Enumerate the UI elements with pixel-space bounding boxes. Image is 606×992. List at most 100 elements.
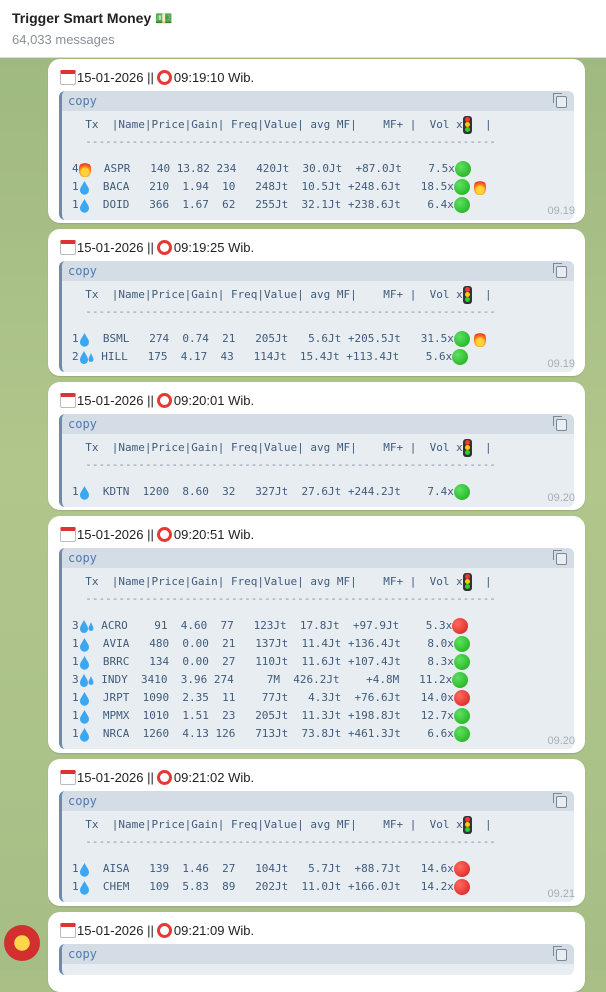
code-block-header: copy (62, 548, 574, 568)
droplet-icon (79, 862, 90, 877)
row-values: MPMX 1010 1.51 23 205Jt 11.3Jt +198.8Jt … (89, 709, 454, 722)
code-language-label: copy (68, 551, 97, 565)
message-bubble[interactable]: 15-01-2026 || 09:20:01 Wib. copy Tx |Name… (48, 382, 585, 510)
traffic-light-icon (462, 573, 472, 591)
calendar-icon (60, 526, 76, 542)
alarm-clock-icon (156, 239, 172, 255)
message-bubble[interactable]: 15-01-2026 || 09:20:51 Wib. copy Tx |Name… (48, 516, 585, 753)
green-circle-icon (453, 331, 470, 347)
alarm-clock-icon (156, 922, 172, 938)
message-bubble[interactable]: 15-01-2026 || 09:21:09 Wib. copy (48, 912, 585, 992)
message-time: 09:21:09 Wib. (173, 922, 255, 938)
message-date: 15-01-2026 || (77, 526, 154, 542)
red-circle-icon (453, 879, 470, 895)
chat-title[interactable]: Trigger Smart Money 💵 (12, 10, 173, 27)
copy-icon[interactable] (553, 416, 567, 431)
code-language-label: copy (68, 417, 97, 431)
message-bubble[interactable]: 15-01-2026 || 09:19:10 Wib. copy Tx |Name… (48, 59, 585, 223)
row-values: NRCA 1260 4.13 126 713Jt 73.8Jt +461.3Jt… (89, 727, 454, 740)
traffic-light-icon (462, 286, 472, 304)
table-row: 1 AISA 139 1.46 27 104Jt 5.7Jt +88.7Jt 1… (72, 860, 574, 878)
tx-count: 4 (72, 162, 79, 175)
row-values: INDY 3410 3.96 274 7M 426.2Jt +4.8M 11.2… (94, 673, 453, 686)
red-circle-icon (452, 618, 469, 634)
calendar-icon (60, 769, 76, 785)
tx-count: 1 (72, 485, 79, 498)
message-timestamp: 09.20 (547, 492, 575, 504)
code-block: copy Tx |Name|Price|Gain| Freq|Value| av… (59, 791, 574, 902)
green-circle-icon (453, 636, 470, 652)
table-divider: ----------------------------------------… (72, 135, 496, 148)
calendar-icon (60, 69, 76, 85)
table-row: 1 BSML 274 0.74 21 205Jt 5.6Jt +205.5Jt … (72, 330, 574, 348)
red-circle-icon (453, 690, 470, 706)
droplet-icon (79, 691, 90, 706)
table-row: 1 DOID 366 1.67 62 255Jt 32.1Jt +238.6Jt… (72, 196, 574, 214)
message-bubble[interactable]: 15-01-2026 || 09:19:25 Wib. copy Tx |Name… (48, 229, 585, 376)
copy-icon[interactable] (553, 93, 567, 108)
tx-count: 1 (72, 180, 79, 193)
column-separator: | (471, 288, 492, 301)
calendar-icon (60, 392, 76, 408)
message-header: 15-01-2026 || 09:21:09 Wib. (60, 920, 254, 940)
column-separator: | (471, 818, 492, 831)
table-header-row: Tx |Name|Price|Gain| Freq|Value| avg MF|… (72, 116, 574, 134)
column-headers: Tx |Name|Price|Gain| Freq|Value| avg MF|… (72, 288, 463, 301)
code-language-label: copy (68, 794, 97, 808)
tx-count: 3 (72, 673, 79, 686)
message-time: 09:20:51 Wib. (173, 526, 255, 542)
sweat-droplets-icon (79, 350, 95, 365)
column-separator: | (471, 118, 492, 131)
code-language-label: copy (68, 947, 97, 961)
green-circle-icon (452, 672, 469, 688)
channel-avatar[interactable] (4, 925, 40, 961)
row-values: JRPT 1090 2.35 11 77Jt 4.3Jt +76.6Jt 14.… (89, 691, 454, 704)
row-values: KDTN 1200 8.60 32 327Jt 27.6Jt +244.2Jt … (89, 485, 454, 498)
table-divider: ----------------------------------------… (72, 592, 496, 605)
alarm-clock-icon (156, 769, 172, 785)
column-headers: Tx |Name|Price|Gain| Freq|Value| avg MF|… (72, 818, 463, 831)
copy-icon[interactable] (553, 550, 567, 565)
green-circle-icon (453, 708, 470, 724)
code-block: copy Tx |Name|Price|Gain| Freq|Value| av… (59, 91, 574, 220)
code-language-label: copy (68, 264, 97, 278)
green-circle-icon (453, 654, 470, 670)
message-timestamp: 09.19 (547, 358, 575, 370)
code-block-header: copy (62, 944, 574, 964)
message-date: 15-01-2026 || (77, 769, 154, 785)
row-values: ACRO 91 4.60 77 123Jt 17.8Jt +97.9Jt 5.3… (94, 619, 453, 632)
copy-icon[interactable] (553, 263, 567, 278)
row-values: CHEM 109 5.83 89 202Jt 11.0Jt +166.0Jt 1… (89, 880, 454, 893)
row-values: AISA 139 1.46 27 104Jt 5.7Jt +88.7Jt 14.… (89, 862, 454, 875)
message-time: 09:21:02 Wib. (173, 769, 255, 785)
sweat-droplets-icon (79, 673, 95, 688)
code-block: copy Tx |Name|Price|Gain| Freq|Value| av… (59, 548, 574, 749)
tx-count: 3 (72, 619, 79, 632)
table-row: 2 HILL 175 4.17 43 114Jt 15.4Jt +113.4Jt… (72, 348, 574, 366)
message-count: 64,033 messages (12, 32, 115, 47)
message-timestamp: 09.21 (547, 888, 575, 900)
green-circle-icon (454, 161, 471, 177)
alarm-clock-icon (156, 526, 172, 542)
fire-icon (78, 161, 91, 177)
message-header: 15-01-2026 || 09:19:25 Wib. (60, 237, 254, 257)
code-block: copy (59, 944, 574, 975)
message-time: 09:19:10 Wib. (173, 69, 255, 85)
message-time: 09:20:01 Wib. (173, 392, 255, 408)
message-bubble[interactable]: 15-01-2026 || 09:21:02 Wib. copy Tx |Name… (48, 759, 585, 906)
code-block-header: copy (62, 261, 574, 281)
tx-count: 1 (72, 637, 79, 650)
code-language-label: copy (68, 94, 97, 108)
droplet-icon (79, 198, 90, 213)
message-list: 15-01-2026 || 09:19:10 Wib. copy Tx |Name… (0, 57, 606, 992)
copy-icon[interactable] (553, 793, 567, 808)
code-content: Tx |Name|Price|Gain| Freq|Value| avg MF|… (62, 434, 574, 507)
message-date: 15-01-2026 || (77, 922, 154, 938)
code-block: copy Tx |Name|Price|Gain| Freq|Value| av… (59, 414, 574, 507)
table-row: 4 ASPR 140 13.82 234 420Jt 30.0Jt +87.0J… (72, 160, 574, 178)
tx-count: 1 (72, 727, 79, 740)
tx-count: 1 (72, 198, 79, 211)
tx-count: 1 (72, 862, 79, 875)
calendar-icon (60, 922, 76, 938)
copy-icon[interactable] (553, 946, 567, 961)
